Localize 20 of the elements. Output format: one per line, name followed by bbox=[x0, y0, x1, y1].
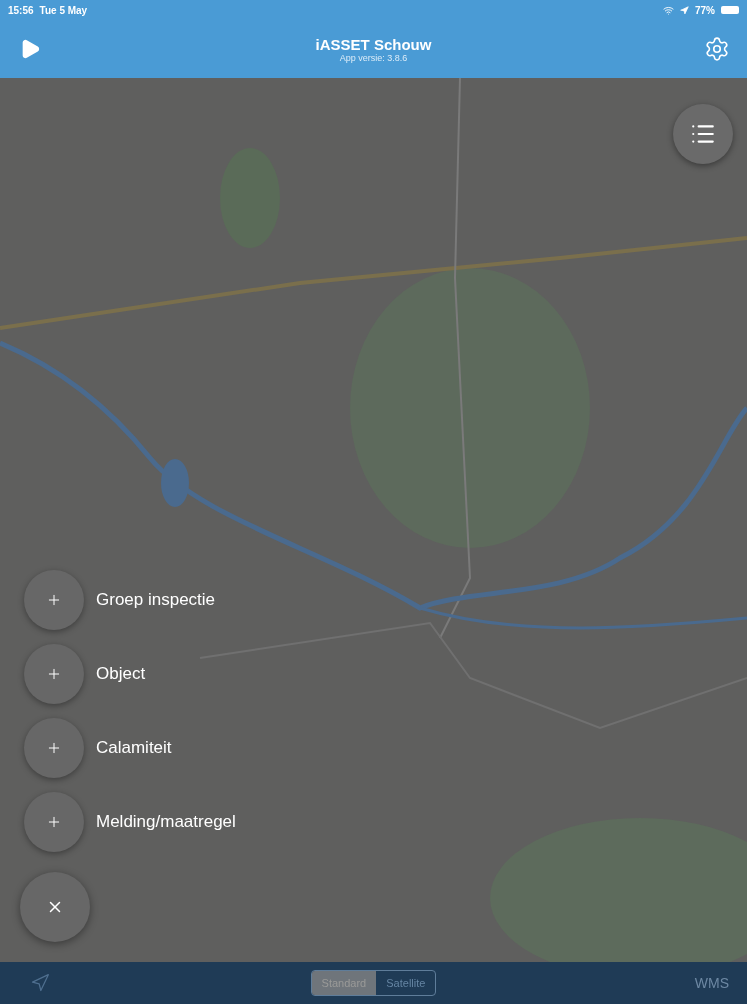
action-label[interactable]: Groep inspectie bbox=[96, 590, 216, 610]
settings-icon bbox=[704, 36, 730, 62]
plus-icon bbox=[46, 592, 62, 608]
action-label[interactable]: Object bbox=[96, 664, 146, 684]
app-title: iASSET Schouw bbox=[315, 35, 432, 53]
settings-button[interactable] bbox=[704, 36, 730, 62]
plus-icon bbox=[46, 814, 62, 830]
battery-percentage: 77% bbox=[695, 4, 715, 16]
action-label[interactable]: Calamiteit bbox=[96, 738, 172, 758]
action-label[interactable]: Melding/maatregel bbox=[96, 812, 236, 832]
location-button[interactable] bbox=[30, 973, 50, 993]
app-version: App versie: 3.8.6 bbox=[339, 52, 408, 63]
status-time: 15:56 bbox=[8, 4, 34, 16]
plus-icon bbox=[46, 740, 62, 756]
battery-icon bbox=[721, 6, 739, 14]
location-arrow-icon bbox=[30, 973, 50, 993]
status-date: Tue 5 May bbox=[39, 4, 88, 16]
wifi-icon bbox=[663, 4, 674, 16]
plus-icon bbox=[46, 666, 62, 682]
location-icon bbox=[680, 5, 689, 15]
